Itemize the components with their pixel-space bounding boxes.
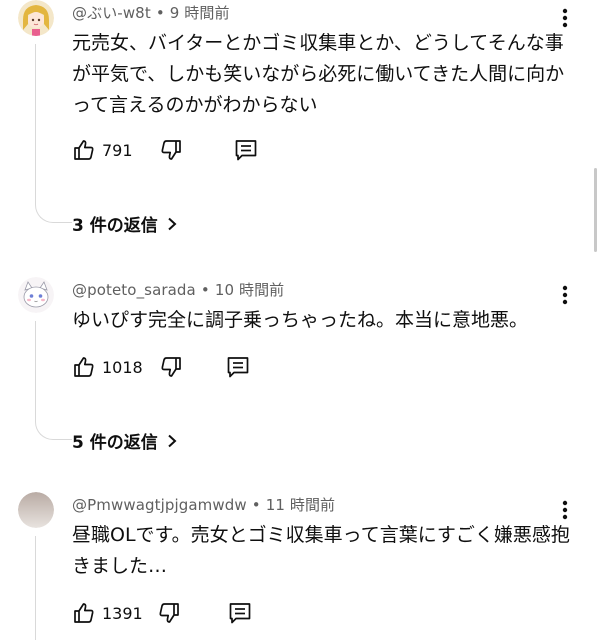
anime-girl-avatar-icon bbox=[18, 0, 54, 36]
comment-actions: 791 bbox=[72, 137, 259, 163]
avatar[interactable] bbox=[18, 277, 54, 313]
chevron-right-icon bbox=[168, 217, 177, 230]
reply-comment-icon bbox=[229, 603, 251, 624]
thumbs-up-icon bbox=[74, 603, 94, 623]
replies-toggle[interactable]: 5 件の返信 bbox=[72, 428, 178, 453]
more-vert-icon[interactable] bbox=[553, 498, 577, 522]
reply-comment-icon bbox=[227, 357, 249, 378]
comment-author[interactable]: @Pmwwagtjpjgamwdw bbox=[72, 496, 247, 514]
dislike-button[interactable] bbox=[159, 138, 183, 162]
like-button[interactable]: 1391 bbox=[72, 601, 143, 625]
thumbs-down-icon bbox=[161, 357, 181, 377]
reply-button[interactable] bbox=[227, 600, 253, 626]
comment-time[interactable]: 10 時間前 bbox=[215, 281, 284, 299]
thumbs-up-icon bbox=[74, 140, 94, 160]
replies-label: 3 件の返信 bbox=[72, 216, 158, 236]
like-count: 1391 bbox=[102, 603, 143, 623]
comment-author[interactable]: @poteto_sarada bbox=[72, 281, 196, 299]
reply-button[interactable] bbox=[233, 137, 259, 163]
avatar[interactable] bbox=[18, 492, 54, 528]
thread-line bbox=[35, 536, 36, 640]
dislike-button[interactable] bbox=[159, 355, 183, 379]
like-count: 791 bbox=[102, 140, 133, 160]
avatar[interactable] bbox=[18, 0, 54, 36]
comment-meta: @Pmwwagtjpjgamwdw • 11 時間前 bbox=[72, 494, 335, 515]
thumbs-up-icon bbox=[74, 357, 94, 377]
dislike-button[interactable] bbox=[157, 601, 181, 625]
like-count: 1018 bbox=[102, 357, 143, 377]
thread-line bbox=[35, 44, 72, 223]
comment-author[interactable]: @ぶい-w8t bbox=[72, 4, 151, 22]
thumbs-down-icon bbox=[161, 140, 181, 160]
comment-meta: @poteto_sarada • 10 時間前 bbox=[72, 279, 284, 300]
thumbs-down-icon bbox=[159, 603, 179, 623]
photo-avatar-icon bbox=[18, 492, 54, 528]
replies-toggle[interactable]: 3 件の返信 bbox=[72, 211, 178, 236]
meta-separator: • bbox=[251, 496, 261, 514]
chevron-right-icon bbox=[168, 434, 177, 447]
thread-line bbox=[35, 321, 72, 440]
comment-actions: 1391 bbox=[72, 600, 253, 626]
meta-separator: • bbox=[155, 4, 165, 22]
comment-text: 元売女、バイターとかゴミ収集車とか、どうしてそんな事が平気で、しかも笑いながら必… bbox=[72, 32, 565, 116]
comment-time[interactable]: 11 時間前 bbox=[266, 496, 335, 514]
comment-meta: @ぶい-w8t • 9 時間前 bbox=[72, 2, 230, 23]
scrollbar-thumb[interactable] bbox=[594, 168, 597, 252]
comment-time[interactable]: 9 時間前 bbox=[170, 4, 230, 22]
like-button[interactable]: 1018 bbox=[72, 355, 143, 379]
comment-text: 昼職OLです。売女とゴミ収集車って言葉にすごく嫌悪感抱きました… bbox=[72, 524, 570, 577]
cat-avatar-icon bbox=[18, 277, 54, 313]
more-vert-icon[interactable] bbox=[553, 283, 577, 307]
reply-comment-icon bbox=[235, 140, 256, 161]
replies-label: 5 件の返信 bbox=[72, 433, 158, 453]
more-vert-icon[interactable] bbox=[553, 6, 577, 30]
meta-separator: • bbox=[200, 281, 210, 299]
comment-text: ゆいぴす完全に調子乗っちゃったね。本当に意地悪。 bbox=[72, 309, 529, 331]
reply-button[interactable] bbox=[225, 354, 251, 380]
comment-actions: 1018 bbox=[72, 354, 251, 380]
like-button[interactable]: 791 bbox=[72, 138, 133, 162]
